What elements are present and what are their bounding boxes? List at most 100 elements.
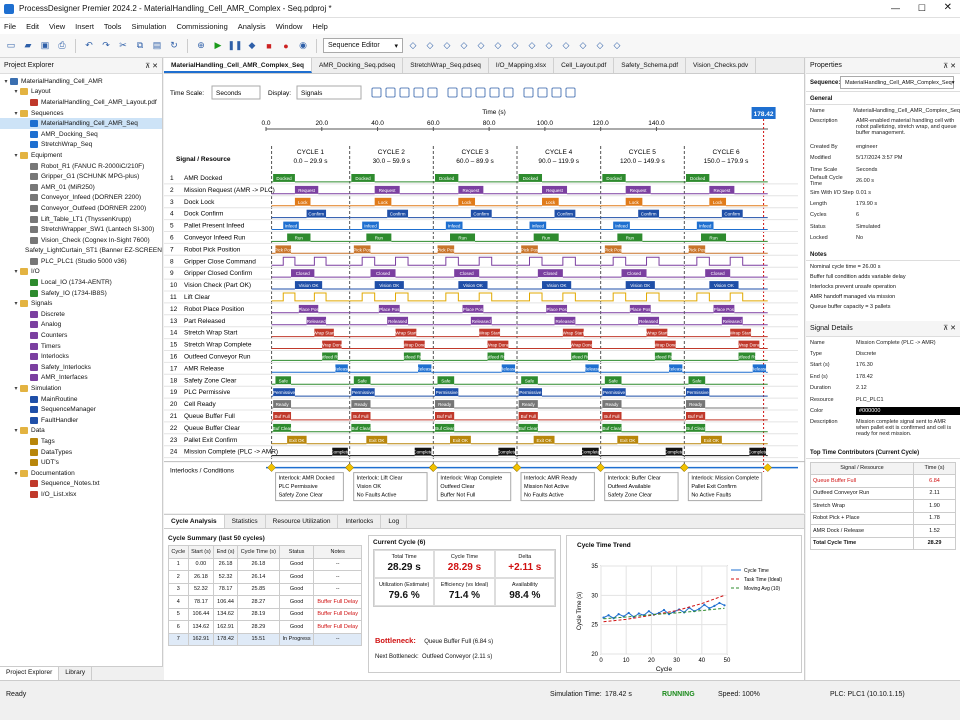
play-icon[interactable]: ▶ <box>211 39 225 53</box>
cut-icon[interactable]: ✂ <box>116 39 130 53</box>
summary-row[interactable]: 6 134.62 162.91 28.29 Good Buffer Full Delay <box>168 620 362 634</box>
zoom-tool-icon[interactable] <box>399 87 410 98</box>
timer-icon[interactable]: ◇ <box>440 39 454 53</box>
tree-item[interactable]: Local_IO (1734-AENTR) <box>0 277 162 288</box>
doc-tab[interactable]: StretchWrap_Seq.pdseq <box>403 58 489 73</box>
summary-row[interactable]: 2 26.18 52.32 26.14 Good -- <box>168 570 362 584</box>
tree-item[interactable]: Safety_LightCurtain_ST1 (Banner EZ-SCREE… <box>0 246 162 257</box>
menu-window[interactable]: Window <box>276 22 303 31</box>
tree-item[interactable]: StretchWrapper_SW1 (Lantech SI-300) <box>0 224 162 235</box>
editor-select[interactable]: Sequence Editor ▾ <box>323 38 403 53</box>
record-icon[interactable]: ● <box>279 39 293 53</box>
signal-waveform[interactable] <box>349 256 434 266</box>
tree-item[interactable]: ▾ I/O <box>0 267 162 278</box>
tree-item[interactable]: SequenceManager <box>0 404 162 415</box>
expand-arrow-icon[interactable]: ▾ <box>12 88 20 95</box>
signal-waveform[interactable] <box>349 292 434 302</box>
tree-item[interactable]: AMR_Interfaces <box>0 373 162 384</box>
new-file-icon[interactable]: ▭ <box>4 39 18 53</box>
tree-item[interactable]: Robot_R1 (FANUC R-2000iC/210F) <box>0 161 162 172</box>
zoom-tool-icon[interactable] <box>537 87 548 98</box>
interlock-marker[interactable] <box>267 463 276 472</box>
signal-waveform[interactable] <box>433 292 517 302</box>
align-icon[interactable]: ◇ <box>508 39 522 53</box>
signal-waveform[interactable] <box>684 256 768 266</box>
time-scale-select[interactable]: Seconds <box>211 85 261 100</box>
menu-insert[interactable]: Insert <box>75 22 94 31</box>
tree-item[interactable]: Discrete <box>0 309 162 320</box>
zoom-tool-icon[interactable] <box>461 87 472 98</box>
tree-item[interactable]: I/O_List.xlsx <box>0 489 162 500</box>
export-icon[interactable]: ◇ <box>576 39 590 53</box>
zoom-tool-icon[interactable] <box>503 87 514 98</box>
compare-icon[interactable]: ◇ <box>559 39 573 53</box>
tree-item[interactable]: ▾ Data <box>0 426 162 437</box>
analysis-tab[interactable]: Interlocks <box>338 515 382 528</box>
tree-item[interactable]: MaterialHandling_Cell_AMR_Layout.pdf <box>0 97 162 108</box>
menu-file[interactable]: File <box>4 22 16 31</box>
tree-item[interactable]: Conveyor_Outfeed (DORNER 2200) <box>0 203 162 214</box>
zoom-tool-icon[interactable] <box>565 87 576 98</box>
paste-icon[interactable]: ▤ <box>150 39 164 53</box>
tree-item[interactable]: Safety_IO (1734-IB8S) <box>0 288 162 299</box>
expand-arrow-icon[interactable]: ▾ <box>12 152 20 159</box>
tree-item[interactable]: DataTypes <box>0 447 162 458</box>
interlock-marker[interactable] <box>428 463 438 472</box>
tree-item[interactable]: Timers <box>0 341 162 352</box>
top-row[interactable]: Robot Pick + Place 1.78 <box>809 511 956 526</box>
zoom-tool-icon[interactable] <box>489 87 500 98</box>
analysis-tab[interactable]: Resource Utilization <box>266 515 339 528</box>
tree-item[interactable]: Tags <box>0 436 162 447</box>
expand-arrow-icon[interactable]: ▾ <box>12 385 20 392</box>
step-icon[interactable]: ◆ <box>245 39 259 53</box>
expand-arrow-icon[interactable]: ▾ <box>12 470 20 477</box>
interlock-marker[interactable] <box>763 463 773 472</box>
pointer-icon[interactable]: ◇ <box>406 39 420 53</box>
zoom-tool-icon[interactable] <box>523 87 534 98</box>
distribute-icon[interactable]: ◇ <box>525 39 539 53</box>
measure-icon[interactable]: ◇ <box>542 39 556 53</box>
tree-item[interactable]: FaultHandler <box>0 415 162 426</box>
top-row[interactable]: Queue Buffer Full 6.84 <box>809 474 956 488</box>
tree-item[interactable]: ▾ Layout <box>0 87 162 98</box>
top-row[interactable]: Total Cycle Time 28.29 <box>809 536 956 551</box>
signal-waveform[interactable] <box>271 292 350 302</box>
tree-item[interactable]: Counters <box>0 330 162 341</box>
tree-item[interactable]: Conveyor_Infeed (DORNER 2200) <box>0 193 162 204</box>
analysis-tab[interactable]: Log <box>381 515 408 528</box>
grid-icon[interactable]: ◇ <box>491 39 505 53</box>
link-icon[interactable]: ◇ <box>423 39 437 53</box>
maximize-icon[interactable]: ☐ <box>918 3 926 14</box>
pin-icon[interactable]: ⊼ ✕ <box>145 62 158 70</box>
zoom-tool-icon[interactable] <box>447 87 458 98</box>
menu-edit[interactable]: Edit <box>26 22 39 31</box>
signal-waveform[interactable] <box>600 292 685 302</box>
interlock-marker[interactable] <box>512 463 522 472</box>
pin-icon[interactable]: ⊼ ✕ <box>943 62 956 70</box>
tree-item[interactable]: Sequence_Notes.txt <box>0 479 162 490</box>
menu-simulation[interactable]: Simulation <box>131 22 166 31</box>
tree-item[interactable]: UDT's <box>0 457 162 468</box>
redo-icon[interactable]: ↷ <box>99 39 113 53</box>
signal-waveform[interactable] <box>517 292 601 302</box>
menu-help[interactable]: Help <box>312 22 327 31</box>
expand-arrow-icon[interactable]: ▾ <box>12 300 20 307</box>
summary-row[interactable]: 1 0.00 26.18 26.18 Good -- <box>168 557 362 571</box>
expand-arrow-icon[interactable]: ▾ <box>12 110 20 117</box>
zoom-tool-icon[interactable] <box>413 87 424 98</box>
zoom-tool-icon[interactable] <box>371 87 382 98</box>
doc-tab[interactable]: Cell_Layout.pdf <box>554 58 615 73</box>
tree-item[interactable]: MainRoutine <box>0 394 162 405</box>
summary-row[interactable]: 3 52.32 78.17 25.85 Good -- <box>168 582 362 596</box>
tab-library[interactable]: Library <box>59 667 93 680</box>
summary-row[interactable]: 5 106.44 134.62 28.19 Good Buffer Full Delay <box>168 607 362 621</box>
menu-analysis[interactable]: Analysis <box>238 22 266 31</box>
settings-icon[interactable]: ◇ <box>474 39 488 53</box>
tree-item[interactable]: Vision_Check (Cognex In-Sight 7600) <box>0 235 162 246</box>
summary-row[interactable]: 7 162.91 178.42 15.51 In Progress -- <box>168 632 362 646</box>
expand-arrow-icon[interactable]: ▾ <box>2 78 10 85</box>
open-folder-icon[interactable]: ▰ <box>21 39 35 53</box>
analysis-tab[interactable]: Cycle Analysis <box>164 515 225 528</box>
menu-commissioning[interactable]: Commissioning <box>176 22 227 31</box>
zoom-tool-icon[interactable] <box>427 87 438 98</box>
